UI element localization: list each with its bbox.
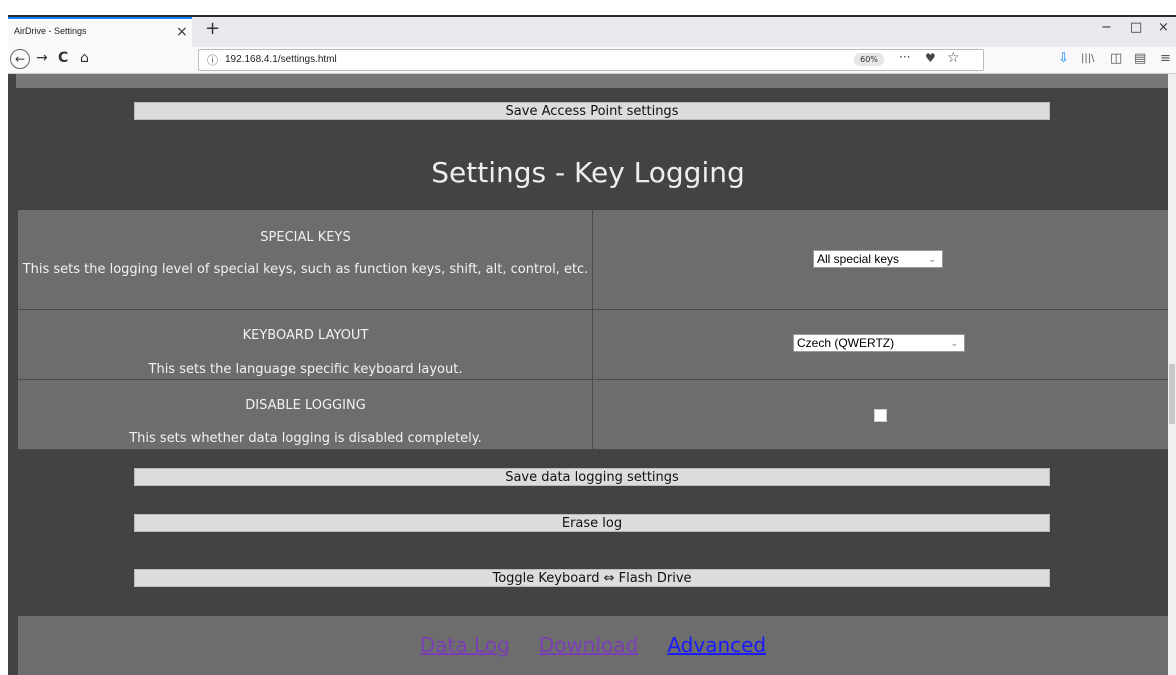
close-window-icon[interactable]: × — [1158, 20, 1169, 35]
special-keys-description: This sets the logging level of special k… — [22, 262, 589, 277]
reload-icon[interactable]: C — [58, 50, 68, 66]
special-keys-select-value: All special keys — [817, 252, 900, 266]
browser-tab[interactable]: AirDrive - Settings × — [8, 17, 192, 47]
back-icon[interactable]: ← — [10, 49, 30, 69]
erase-log-button[interactable]: Erase log — [134, 514, 1050, 532]
setting-control-cell: Czech (QWERTZ) ⌄ — [593, 310, 1168, 379]
scrollbar-thumb[interactable] — [1169, 364, 1175, 424]
download-icon[interactable]: ⇩ — [1058, 51, 1069, 66]
site-info-icon[interactable]: ⓘ — [207, 52, 218, 68]
keyboard-layout-select[interactable]: Czech (QWERTZ) ⌄ — [793, 334, 965, 352]
chevron-down-icon: ⌄ — [950, 338, 958, 348]
keyboard-layout-select-value: Czech (QWERTZ) — [797, 336, 895, 350]
save-access-point-button[interactable]: Save Access Point settings — [134, 102, 1050, 120]
page-scrollbar[interactable] — [1168, 74, 1176, 675]
url-bar[interactable]: ⓘ 192.168.4.1/settings.html 60% ··· ♥ ☆ — [198, 49, 984, 71]
setting-control-cell — [593, 380, 1168, 449]
section-title: Settings - Key Logging — [431, 156, 745, 189]
new-tab-icon[interactable]: + — [205, 18, 220, 39]
tab-title: AirDrive - Settings — [14, 26, 87, 36]
tab-bar: AirDrive - Settings × + − □ × — [8, 15, 1176, 47]
bookmark-star-icon[interactable]: ☆ — [947, 50, 960, 66]
footer-links: Data Log Download Advanced — [18, 616, 1168, 675]
disable-logging-checkbox[interactable] — [874, 409, 887, 422]
advanced-link[interactable]: Advanced — [667, 616, 766, 675]
chevron-down-icon: ⌄ — [928, 254, 936, 264]
data-log-link[interactable]: Data Log — [420, 616, 510, 675]
tab-close-icon[interactable]: × — [176, 24, 188, 40]
key-logging-settings-table: SPECIAL KEYS This sets the logging level… — [18, 210, 1168, 450]
setting-control-cell: All special keys ⌄ — [593, 210, 1168, 309]
keyboard-layout-heading: KEYBOARD LAYOUT — [242, 328, 369, 343]
page-actions-icon[interactable]: ··· — [899, 50, 910, 64]
download-link[interactable]: Download — [539, 616, 638, 675]
setting-row-disable-logging: DISABLE LOGGING This sets whether data l… — [18, 380, 1168, 450]
reader-icon[interactable]: ▤ — [1134, 51, 1146, 66]
page-content: Save Access Point settings Settings - Ke… — [8, 74, 1168, 675]
minimize-icon[interactable]: − — [1101, 20, 1112, 35]
keyboard-layout-description: This sets the language specific keyboard… — [148, 362, 463, 377]
menu-icon[interactable]: ≡ — [1160, 51, 1171, 66]
special-keys-heading: SPECIAL KEYS — [260, 230, 351, 245]
sidebar-icon[interactable]: ◫ — [1110, 51, 1122, 66]
restore-icon[interactable]: □ — [1130, 20, 1142, 35]
save-data-logging-button[interactable]: Save data logging settings — [134, 468, 1050, 486]
forward-icon[interactable]: → — [36, 50, 48, 66]
zoom-level[interactable]: 60% — [854, 53, 884, 66]
setting-row-special-keys: SPECIAL KEYS This sets the logging level… — [18, 210, 1168, 310]
setting-label-cell: DISABLE LOGGING This sets whether data l… — [18, 380, 593, 449]
home-icon[interactable]: ⌂ — [80, 50, 89, 66]
pocket-icon[interactable]: ♥ — [925, 51, 936, 65]
disable-logging-description: This sets whether data logging is disabl… — [129, 431, 482, 446]
setting-label-cell: KEYBOARD LAYOUT This sets the language s… — [18, 310, 593, 379]
special-keys-select[interactable]: All special keys ⌄ — [813, 250, 943, 268]
disable-logging-heading: DISABLE LOGGING — [245, 398, 366, 413]
url-text[interactable]: 192.168.4.1/settings.html — [225, 54, 337, 65]
library-icon[interactable]: |||\ — [1081, 53, 1094, 64]
setting-row-keyboard-layout: KEYBOARD LAYOUT This sets the language s… — [18, 310, 1168, 380]
toggle-keyboard-flash-drive-button[interactable]: Toggle Keyboard ⇔ Flash Drive — [134, 569, 1050, 587]
previous-section-edge — [16, 74, 1168, 88]
setting-label-cell: SPECIAL KEYS This sets the logging level… — [18, 210, 593, 309]
nav-bar: ← → C ⌂ ⓘ 192.168.4.1/settings.html 60% … — [8, 47, 1176, 74]
